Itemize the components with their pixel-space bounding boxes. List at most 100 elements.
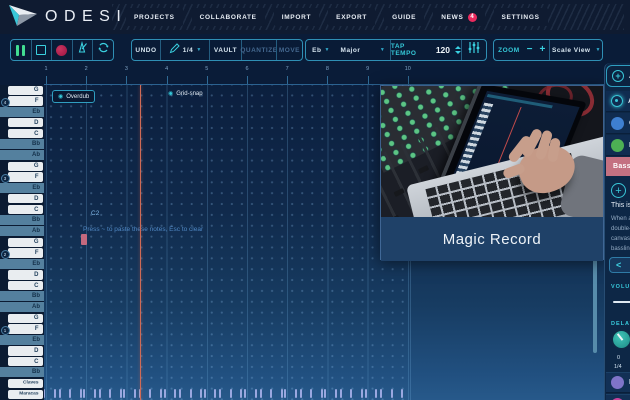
overdub-toggle[interactable]: ◉ Overdub <box>52 90 95 103</box>
vertical-scrollbar[interactable] <box>593 258 597 353</box>
key-cap[interactable]: F <box>8 324 43 333</box>
piano-key-c[interactable]: C <box>0 204 44 215</box>
track-item-bassline[interactable]: Bassline <box>606 157 630 176</box>
odesi-logo[interactable]: ODESI <box>8 3 127 31</box>
track-item[interactable]: M <box>606 135 630 156</box>
record-button[interactable] <box>51 40 72 60</box>
mixer-button[interactable] <box>461 40 486 60</box>
piano-key-eb[interactable]: Eb <box>0 259 44 270</box>
piano-key-bb[interactable]: Bb <box>0 291 44 302</box>
piano-key-claves[interactable]: Claves <box>0 378 44 389</box>
key-cap[interactable]: D <box>8 346 43 355</box>
piano-key-bb[interactable]: Bb <box>0 139 44 150</box>
maracas-note <box>295 389 297 398</box>
stop-button[interactable] <box>31 40 52 60</box>
key-cap[interactable]: D <box>8 194 43 203</box>
undo-button[interactable]: UNDO <box>132 40 160 60</box>
loop-button[interactable] <box>92 40 113 60</box>
piano-key-g[interactable]: G <box>0 161 44 172</box>
metronome-button[interactable] <box>72 40 93 60</box>
delay-knob[interactable] <box>611 329 630 350</box>
key-cap[interactable]: C <box>8 129 43 138</box>
playhead[interactable] <box>140 85 142 400</box>
piano-key-maracas[interactable]: Maracas <box>0 389 44 400</box>
key-cap[interactable]: C <box>8 357 43 366</box>
piano-key-bb[interactable]: Bb <box>0 215 44 226</box>
grid-snap-toggle[interactable]: ◉ Grid-snap <box>168 91 203 97</box>
track-item[interactable]: A <box>606 91 630 112</box>
piano-key-bb[interactable]: Bb <box>0 367 44 378</box>
pencil-icon <box>169 41 180 59</box>
track-item[interactable]: C <box>606 113 630 134</box>
key-cap[interactable]: C <box>8 281 43 290</box>
key-cap[interactable]: D <box>8 270 43 279</box>
chevron-down-icon: ▼ <box>196 48 201 53</box>
nav-item-import[interactable]: IMPORT <box>274 8 319 26</box>
piano-key-d[interactable]: D <box>0 270 44 281</box>
bar-number: 2 <box>85 66 88 72</box>
key-cap[interactable]: D <box>8 118 43 127</box>
tap-tempo-control[interactable]: TAP TEMPO 120 <box>390 40 461 60</box>
piano-key-ab[interactable]: Ab <box>0 150 44 161</box>
timeline-ruler[interactable]: 12345678910 <box>44 62 605 85</box>
key-cap[interactable]: F <box>8 172 43 181</box>
add-instrument-button[interactable]: + A <box>606 65 630 87</box>
octave-badge: 1 <box>1 326 10 335</box>
piano-key-eb[interactable]: Eb <box>0 107 44 118</box>
piano-key-ab[interactable]: Ab <box>0 226 44 237</box>
toolbar: UNDO 1/4 ▼ VAULT QUANTIZE MOVE <box>0 34 630 62</box>
piano-key-eb[interactable]: Eb <box>0 335 44 346</box>
nav-item-guide[interactable]: GUIDE <box>384 8 424 26</box>
nav-item-news[interactable]: NEWS4 <box>433 8 484 26</box>
piano-key-g[interactable]: G <box>0 237 44 248</box>
quantize-button[interactable]: QUANTIZE <box>241 40 276 60</box>
track-item[interactable]: D <box>606 372 630 393</box>
piano-key-d[interactable]: D <box>0 346 44 357</box>
octave-badge: 4 <box>1 98 10 107</box>
piano-key-g[interactable]: G <box>0 313 44 324</box>
key-cap[interactable]: G <box>8 238 43 247</box>
key-cap[interactable]: F <box>8 248 43 257</box>
key-cap[interactable]: Claves <box>8 379 43 388</box>
piano-key-g[interactable]: G <box>0 85 44 96</box>
piano-key-c[interactable]: C <box>0 281 44 292</box>
move-button[interactable]: MOVE <box>276 40 302 60</box>
note-value-selector[interactable]: 1/4 ▼ <box>160 40 209 60</box>
maracas-note <box>255 389 257 398</box>
maracas-note <box>160 389 162 398</box>
view-mode-selector[interactable]: Scale View ▼ <box>549 40 602 60</box>
nav-item-projects[interactable]: PROJECTS <box>126 8 183 26</box>
magic-record-video-card[interactable]: Magic Record <box>380 85 604 260</box>
key-cap[interactable]: Maracas <box>8 390 43 399</box>
bar-number: 9 <box>366 66 369 72</box>
piano-key-c[interactable]: C <box>0 128 44 139</box>
piano-key-c[interactable]: C <box>0 357 44 368</box>
piano-key-eb[interactable]: Eb <box>0 183 44 194</box>
zoom-in-button[interactable]: + <box>539 45 545 55</box>
key-cap[interactable]: C <box>8 205 43 214</box>
add-pattern-button[interactable]: + <box>611 183 626 198</box>
scale-selector[interactable]: Major ▼ <box>336 40 390 60</box>
zoom-out-button[interactable]: − <box>527 45 533 55</box>
key-cap[interactable]: G <box>8 314 43 323</box>
ghost-note[interactable] <box>81 234 87 245</box>
key-selector[interactable]: Eb ▼ <box>306 40 336 60</box>
key-cap[interactable]: G <box>8 162 43 171</box>
nav-item-settings[interactable]: SETTINGS <box>494 8 548 26</box>
bar-number: 4 <box>165 66 168 72</box>
track-item[interactable]: B <box>606 394 630 400</box>
key-cap[interactable]: G <box>8 86 43 95</box>
nav-item-collaborate[interactable]: COLLABORATE <box>192 8 265 26</box>
maracas-note <box>59 389 61 398</box>
metronome-icon <box>76 41 89 59</box>
key-cap[interactable]: F <box>8 96 43 105</box>
pause-button[interactable] <box>11 40 31 60</box>
volume-slider[interactable] <box>613 301 630 303</box>
piano-key-d[interactable]: D <box>0 194 44 205</box>
back-button[interactable]: < <box>609 257 630 273</box>
nav-item-export[interactable]: EXPORT <box>328 8 375 26</box>
note-grid[interactable] <box>44 85 411 400</box>
piano-key-ab[interactable]: Ab <box>0 302 44 313</box>
vault-button[interactable]: VAULT <box>209 40 241 60</box>
piano-key-d[interactable]: D <box>0 118 44 129</box>
